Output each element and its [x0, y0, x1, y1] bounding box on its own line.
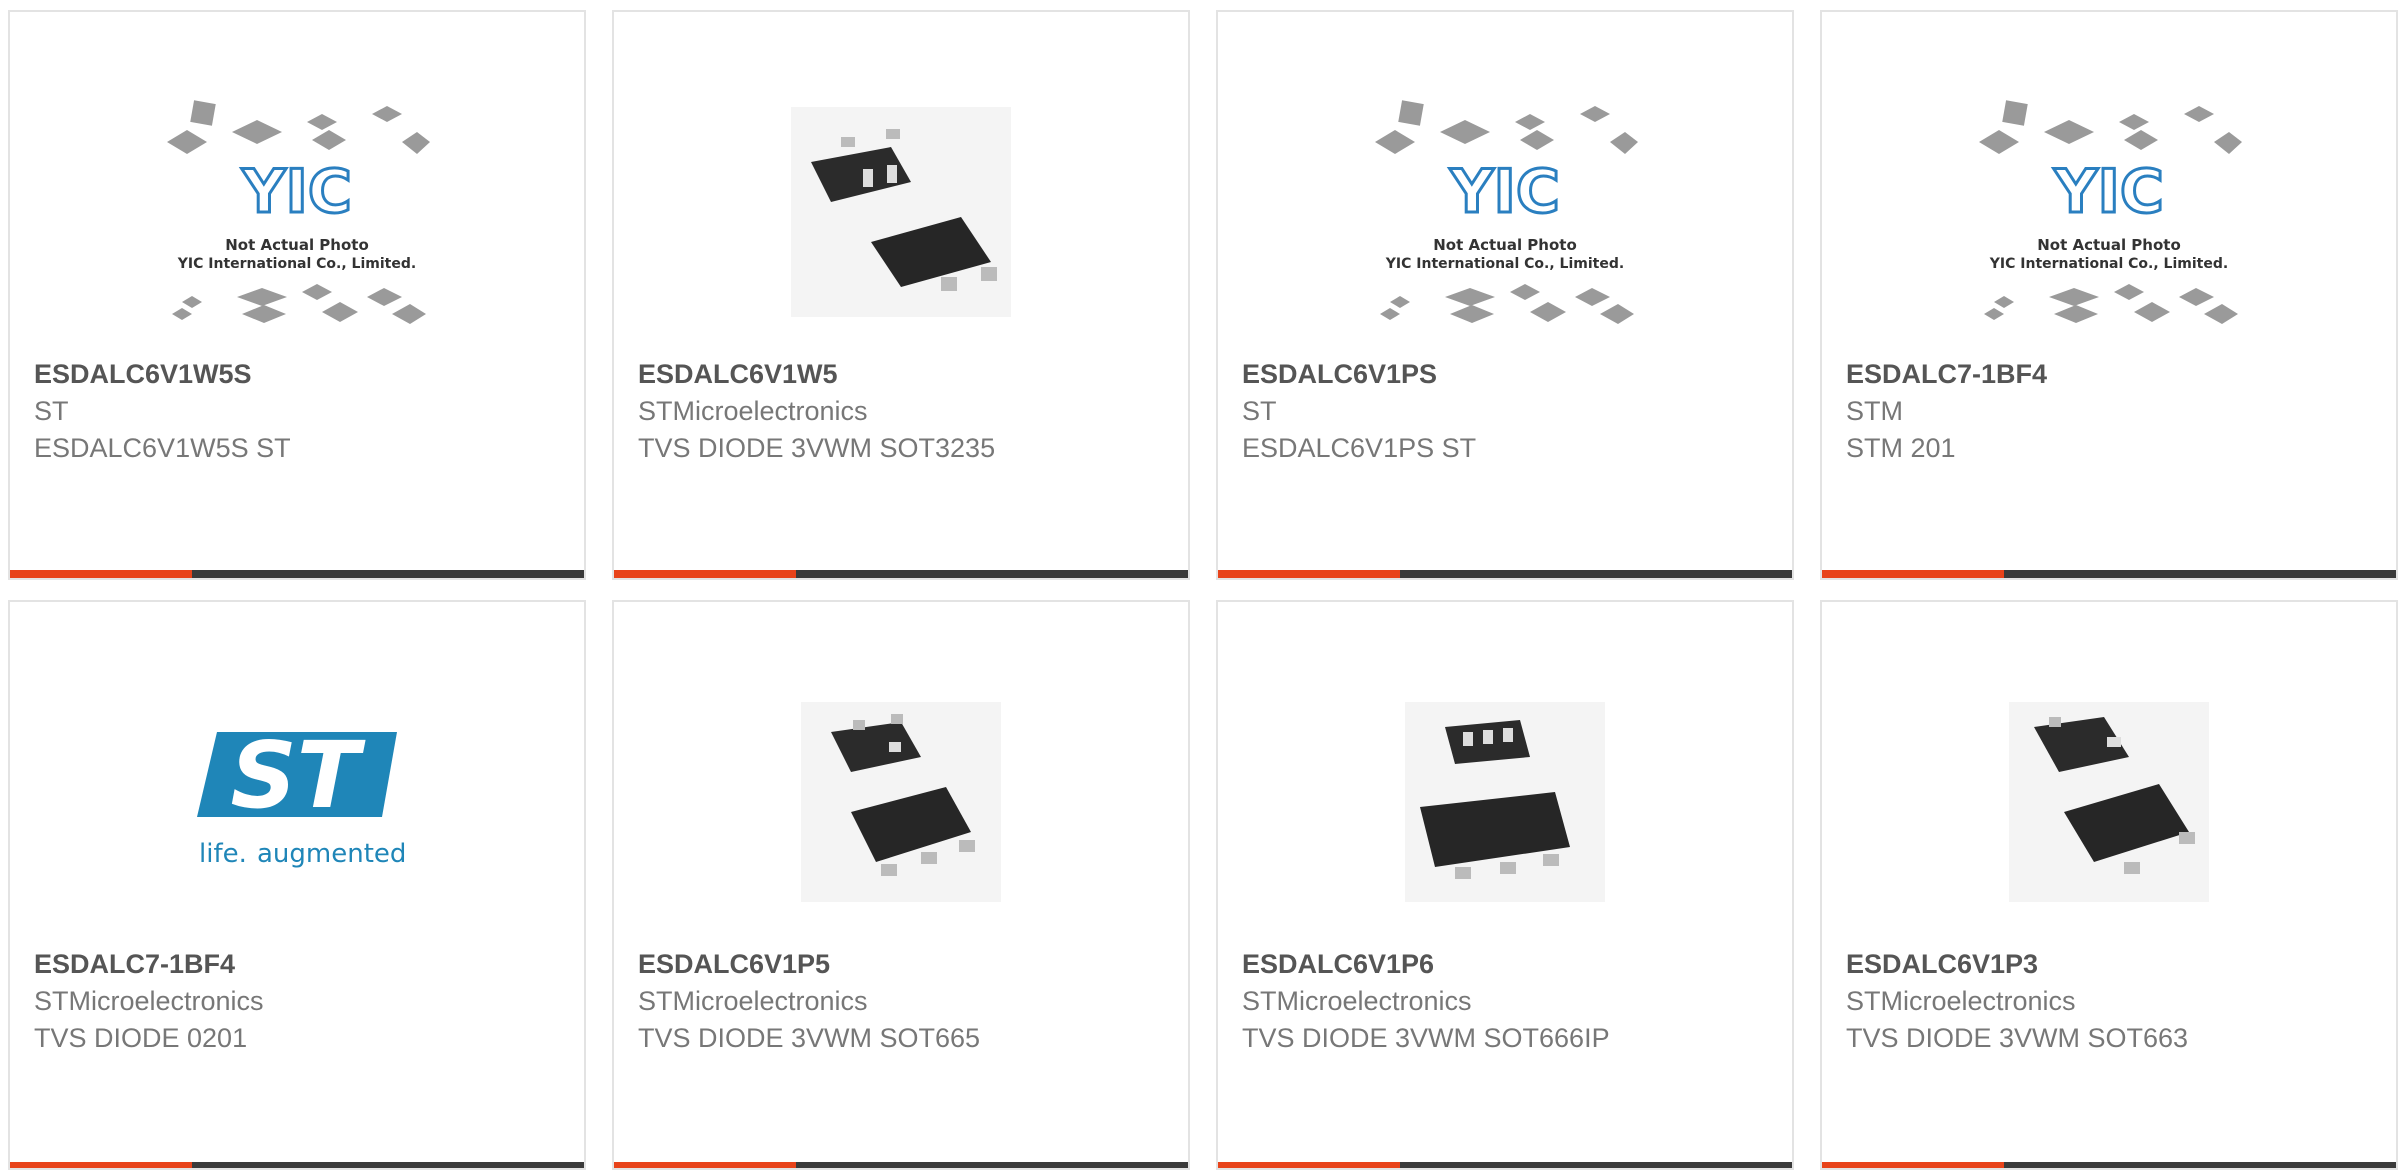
product-image-sot666: [1218, 662, 1792, 942]
card-footer-bar: [1218, 1162, 1792, 1168]
product-card[interactable]: ESDALC6V1P6 STMicroelectronics TVS DIODE…: [1216, 600, 1794, 1170]
description: ESDALC6V1PS ST: [1242, 433, 1477, 463]
card-footer-bar: [10, 1162, 584, 1168]
manufacturer: STMicroelectronics: [34, 986, 264, 1016]
svg-text:YIC International Co., Limited: YIC International Co., Limited.: [1989, 256, 2228, 272]
card-footer-bar: [614, 1162, 1188, 1168]
product-image-placeholder: YIC Not Actual Photo YIC International C…: [1822, 72, 2396, 352]
product-grid: YIC Not Actual Photo YIC International C…: [0, 0, 2400, 1170]
product-card[interactable]: ST life. augmented ESDALC7-1BF4 STMicroe…: [8, 600, 586, 1170]
product-image-sot323: [614, 72, 1188, 352]
product-image-sot665: [614, 662, 1188, 942]
product-image-placeholder: YIC Not Actual Photo YIC International C…: [10, 72, 584, 352]
part-number[interactable]: ESDALC6V1PS: [1242, 356, 1776, 393]
manufacturer: ST: [34, 396, 69, 426]
product-card[interactable]: ESDALC6V1P3 STMicroelectronics TVS DIODE…: [1820, 600, 2398, 1170]
product-card[interactable]: YIC Not Actual Photo YIC International C…: [1216, 10, 1794, 580]
svg-text:YIC International Co., Limited: YIC International Co., Limited.: [177, 256, 416, 272]
description: TVS DIODE 3VWM SOT666IP: [1242, 1023, 1610, 1053]
svg-text:augmented: augmented: [257, 839, 406, 869]
description: ESDALC6V1W5S ST: [34, 433, 291, 463]
product-card[interactable]: YIC Not Actual Photo YIC International C…: [8, 10, 586, 580]
card-footer-bar: [1822, 570, 2396, 578]
part-number[interactable]: ESDALC6V1P6: [1242, 946, 1776, 983]
manufacturer: ST: [1242, 396, 1277, 426]
part-number[interactable]: ESDALC7-1BF4: [34, 946, 568, 983]
svg-text:YIC: YIC: [1449, 157, 1560, 227]
product-image-st-logo: ST life. augmented: [10, 662, 584, 942]
part-number[interactable]: ESDALC6V1W5S: [34, 356, 568, 393]
card-footer-bar: [1822, 1162, 2396, 1168]
description: TVS DIODE 3VWM SOT665: [638, 1023, 981, 1053]
description: TVS DIODE 0201: [34, 1023, 248, 1053]
part-number[interactable]: ESDALC7-1BF4: [1846, 356, 2380, 393]
description: TVS DIODE 3VWM SOT3235: [638, 433, 996, 463]
description: TVS DIODE 3VWM SOT663: [1846, 1023, 2189, 1053]
svg-text:YIC International Co., Limited: YIC International Co., Limited.: [1385, 256, 1624, 272]
svg-text:life.: life.: [199, 839, 247, 869]
svg-text:ST: ST: [230, 722, 365, 829]
part-number[interactable]: ESDALC6V1P3: [1846, 946, 2380, 983]
card-footer-bar: [1218, 570, 1792, 578]
svg-text:Not Actual Photo: Not Actual Photo: [225, 236, 369, 254]
svg-text:YIC: YIC: [241, 157, 352, 227]
card-footer-bar: [614, 570, 1188, 578]
description: STM 201: [1846, 433, 1956, 463]
product-image-placeholder: YIC Not Actual Photo YIC International C…: [1218, 72, 1792, 352]
product-card[interactable]: YIC Not Actual Photo YIC International C…: [1820, 10, 2398, 580]
product-card[interactable]: ESDALC6V1W5 STMicroelectronics TVS DIODE…: [612, 10, 1190, 580]
manufacturer: STMicroelectronics: [1846, 986, 2076, 1016]
product-card[interactable]: ESDALC6V1P5 STMicroelectronics TVS DIODE…: [612, 600, 1190, 1170]
svg-text:YIC: YIC: [2053, 157, 2164, 227]
card-footer-bar: [10, 570, 584, 578]
part-number[interactable]: ESDALC6V1W5: [638, 356, 1172, 393]
product-image-sot663: [1822, 662, 2396, 942]
manufacturer: STM: [1846, 396, 1903, 426]
manufacturer: STMicroelectronics: [638, 396, 868, 426]
svg-text:Not Actual Photo: Not Actual Photo: [1433, 236, 1577, 254]
manufacturer: STMicroelectronics: [1242, 986, 1472, 1016]
part-number[interactable]: ESDALC6V1P5: [638, 946, 1172, 983]
manufacturer: STMicroelectronics: [638, 986, 868, 1016]
svg-text:Not Actual Photo: Not Actual Photo: [2037, 236, 2181, 254]
